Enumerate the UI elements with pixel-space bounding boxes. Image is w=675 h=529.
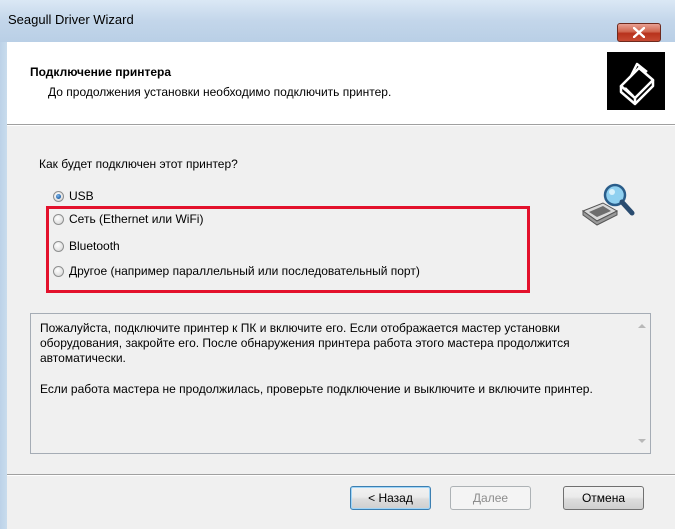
options-highlight-box [46,206,530,293]
scroll-down-arrow-icon[interactable] [638,439,646,443]
header-subtitle: До продолжения установки необходимо подк… [48,85,392,99]
info-paragraph: Пожалуйста, подключите принтер к ПК и вк… [40,321,570,365]
info-text-box[interactable]: Пожалуйста, подключите принтер к ПК и вк… [30,313,651,454]
next-button[interactable]: Далее [450,486,531,510]
close-button[interactable] [617,23,661,42]
close-x-icon [633,27,645,38]
title-bar[interactable]: Seagull Driver Wizard [0,0,675,42]
window-frame [0,42,7,529]
window-title: Seagull Driver Wizard [8,12,134,27]
vertical-scrollbar[interactable] [633,314,650,453]
printer-icon [607,52,665,110]
header-title: Подключение принтера [30,65,172,79]
wizard-content: Как будет подключен этот принтер? USB Се… [7,126,675,474]
option-label: USB [69,189,94,203]
option-usb[interactable]: USB [53,187,94,205]
radio-button-checked[interactable] [53,190,64,202]
wizard-window: Seagull Driver Wizard Подключение принте… [0,0,675,529]
connection-question: Как будет подключен этот принтер? [39,157,238,171]
wizard-header: Подключение принтера До продолжения уста… [7,42,675,124]
info-paragraph: Если работа мастера не продолжилась, про… [40,382,593,396]
scroll-up-arrow-icon[interactable] [638,324,646,328]
info-text: Пожалуйста, подключите принтер к ПК и вк… [40,321,600,413]
wizard-footer: < Назад Далее Отмена [7,476,675,529]
printer-search-icon [581,183,635,226]
back-button[interactable]: < Назад [350,486,431,510]
cancel-button[interactable]: Отмена [563,486,644,510]
